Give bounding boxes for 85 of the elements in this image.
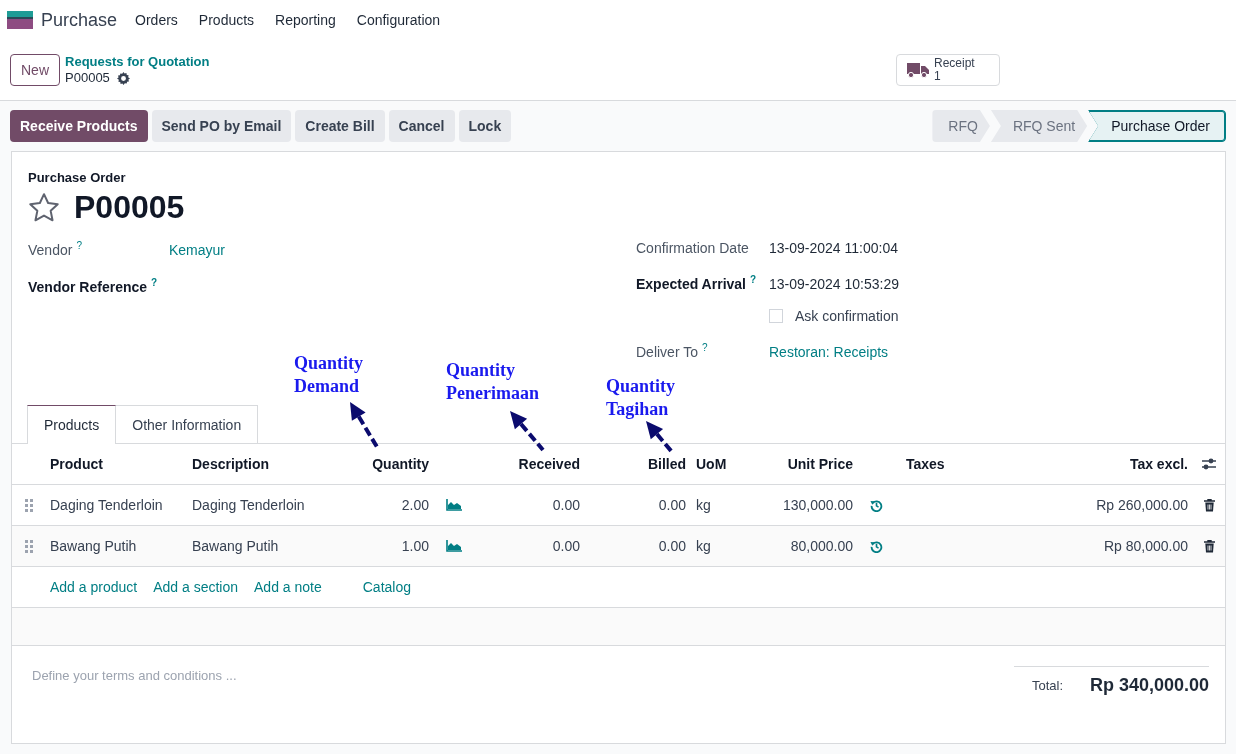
menu-item[interactable]: Configuration: [356, 12, 441, 28]
column-header[interactable]: Billed: [585, 456, 691, 472]
tab[interactable]: Products: [27, 405, 117, 444]
action-button[interactable]: Lock: [458, 110, 512, 142]
table-cell-text: 2.00: [400, 497, 430, 513]
field-label: Vendor: [28, 241, 73, 258]
table-cell-text: Rp 260,000.00: [1095, 497, 1189, 513]
action-button[interactable]: Create Bill: [295, 110, 385, 142]
column-header[interactable]: UoM: [691, 456, 746, 472]
field-label: Vendor Reference: [28, 278, 148, 295]
table-cell-text: Bawang Putih: [191, 538, 280, 554]
action-button[interactable]: Cancel: [388, 110, 455, 142]
history-icon[interactable]: [870, 498, 883, 512]
app-name[interactable]: Purchase: [41, 9, 118, 31]
table-cell-text: 0.00: [657, 497, 687, 513]
column-header[interactable]: Description: [187, 456, 339, 472]
sliders-icon[interactable]: [1201, 457, 1217, 471]
table-cell-text: 130,000.00: [781, 497, 854, 513]
table-cell-text: Daging Tenderloin: [191, 497, 306, 513]
column-header[interactable]: Tax excl.: [1009, 456, 1193, 472]
add-link[interactable]: Add a section: [153, 579, 238, 595]
settings-icon[interactable]: [116, 71, 130, 85]
star-icon[interactable]: [28, 192, 60, 223]
drag-handle-icon[interactable]: [24, 539, 33, 553]
status-stage[interactable]: Purchase Order: [1088, 110, 1226, 142]
table-cell-text: 0.00: [551, 497, 581, 513]
table-cell-text: 0.00: [551, 538, 581, 554]
drag-handle-icon[interactable]: [24, 498, 33, 512]
smart-button-label: Receipt: [934, 57, 975, 70]
receipt-smart-button[interactable]: Receipt 1: [896, 54, 1000, 86]
field-value[interactable]: Kemayur: [169, 241, 226, 258]
menu-item[interactable]: Reporting: [275, 12, 336, 28]
form-subtitle: Purchase Order: [28, 170, 127, 185]
area-chart-icon[interactable]: [446, 540, 462, 552]
table-cell-text: 1.00: [400, 538, 430, 554]
annotation-text: Quantity Penerimaan: [446, 359, 540, 405]
checkbox[interactable]: [769, 309, 783, 323]
tab[interactable]: Other Information: [115, 405, 259, 443]
column-header[interactable]: Product: [45, 456, 187, 472]
total-label: Total:: [1032, 678, 1064, 693]
menu-item[interactable]: Products: [198, 12, 255, 28]
record-title: P00005: [74, 189, 185, 226]
app-logo-icon: [7, 11, 33, 29]
field-label: Expected Arrival: [636, 275, 746, 292]
breadcrumb-link[interactable]: Requests for Quotation: [65, 54, 210, 70]
table-cell-text: kg: [695, 538, 712, 554]
status-stage[interactable]: RFQ Sent: [990, 110, 1088, 142]
add-link[interactable]: Add a note: [254, 579, 322, 595]
column-header[interactable]: Quantity: [339, 456, 434, 472]
checkbox-label: Ask confirmation: [795, 308, 899, 324]
action-button[interactable]: Receive Products: [10, 110, 148, 142]
help-tooltip[interactable]: ?: [76, 240, 82, 251]
trash-icon[interactable]: [1203, 498, 1215, 512]
table-cell-text: Rp 80,000.00: [1102, 538, 1189, 554]
action-button[interactable]: Send PO by Email: [151, 110, 292, 142]
field-value[interactable]: Restoran: Receipts: [769, 343, 889, 360]
help-tooltip[interactable]: ?: [750, 274, 757, 285]
menu-item[interactable]: Orders: [135, 12, 178, 28]
status-stage[interactable]: RFQ: [932, 110, 990, 142]
history-icon[interactable]: [870, 539, 883, 553]
annotation-text: Quantity Tagihan: [606, 375, 676, 421]
annotation-text: Quantity Demand: [294, 352, 364, 398]
column-header[interactable]: Unit Price: [746, 456, 858, 472]
table-cell-text: Bawang Putih: [49, 538, 138, 554]
total-amount: Rp 340,000.00: [1089, 675, 1209, 696]
area-chart-icon[interactable]: [446, 499, 462, 511]
table-cell-text: Daging Tenderloin: [49, 497, 164, 513]
record-name: P00005: [65, 70, 110, 86]
help-tooltip[interactable]: ?: [151, 277, 158, 288]
add-link[interactable]: Catalog: [362, 579, 411, 595]
field-label: Confirmation Date: [636, 240, 749, 256]
truck-icon: [907, 62, 929, 78]
help-tooltip[interactable]: ?: [702, 342, 708, 353]
column-header[interactable]: Taxes: [901, 456, 1009, 472]
new-button[interactable]: New: [10, 54, 60, 86]
table-cell-text: 0.00: [657, 538, 687, 554]
add-link[interactable]: Add a product: [50, 579, 138, 595]
trash-icon[interactable]: [1203, 539, 1215, 553]
table-cell-text: 80,000.00: [789, 538, 854, 554]
table-cell-text: kg: [695, 497, 712, 513]
field-label: Deliver To: [636, 343, 698, 360]
field-value[interactable]: 13-09-2024 10:53:29: [769, 275, 899, 292]
column-header[interactable]: Received: [481, 456, 585, 472]
smart-button-count: 1: [934, 70, 941, 83]
field-value[interactable]: 13-09-2024 11:00:04: [769, 240, 898, 256]
